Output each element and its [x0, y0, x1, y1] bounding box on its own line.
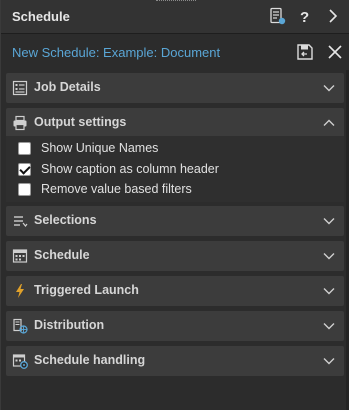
checkbox-show-caption-as-column-header[interactable]	[18, 162, 31, 176]
section-schedule-handling[interactable]: Schedule handling	[6, 346, 344, 376]
header-actions: ?	[268, 7, 342, 26]
checkbox-remove-value-based-filters[interactable]	[18, 182, 31, 196]
printer-icon	[12, 115, 28, 131]
panel-header: Schedule ?	[1, 0, 349, 34]
option-label: Show caption as column header	[41, 162, 219, 176]
collapse-panel-icon[interactable]	[324, 7, 342, 25]
section-label: Job Details	[34, 80, 101, 94]
svg-text:?: ?	[300, 9, 309, 25]
section-label: Distribution	[34, 318, 105, 332]
output-settings-body: Show Unique Names Show caption as column…	[6, 136, 344, 202]
section-output-settings[interactable]: Output settings	[6, 108, 344, 138]
panel-title: Schedule	[12, 9, 70, 24]
section-label: Schedule handling	[34, 353, 146, 367]
schedule-name: New Schedule: Example: Document	[12, 45, 221, 60]
chevron-down-icon	[322, 284, 336, 298]
schedule-handling-icon	[12, 353, 28, 369]
section-distribution[interactable]: Distribution	[6, 311, 344, 341]
chevron-up-icon	[322, 116, 336, 130]
option-show-unique-names[interactable]: Show Unique Names	[18, 139, 158, 157]
schedule-panel: Schedule ? New Schedule: Example: Docume…	[0, 0, 349, 410]
option-remove-value-based-filters[interactable]: Remove value based filters	[18, 180, 192, 198]
job-details-icon	[12, 80, 28, 96]
section-label: Schedule	[34, 248, 90, 262]
chevron-down-icon	[322, 249, 336, 263]
chevron-down-icon	[322, 354, 336, 368]
chevron-down-icon	[322, 319, 336, 333]
help-icon[interactable]: ?	[296, 7, 314, 26]
drag-grip[interactable]	[156, 0, 196, 4]
section-triggered-launch[interactable]: Triggered Launch	[6, 276, 344, 306]
section-schedule[interactable]: Schedule	[6, 241, 344, 271]
distribution-icon	[12, 318, 28, 334]
option-show-caption-as-column-header[interactable]: Show caption as column header	[18, 160, 219, 178]
section-label: Selections	[34, 213, 97, 227]
save-icon[interactable]	[296, 43, 314, 61]
chevron-down-icon	[322, 214, 336, 228]
section-job-details[interactable]: Job Details	[6, 73, 344, 103]
close-icon[interactable]	[326, 43, 344, 61]
schedule-list-icon[interactable]	[268, 7, 286, 25]
section-selections[interactable]: Selections	[6, 206, 344, 236]
option-label: Show Unique Names	[41, 141, 159, 155]
section-label: Triggered Launch	[34, 283, 139, 297]
checkbox-show-unique-names[interactable]	[18, 141, 31, 155]
option-label: Remove value based filters	[41, 182, 192, 196]
schedule-actions	[296, 43, 344, 61]
schedule-name-bar: New Schedule: Example: Document	[1, 36, 349, 70]
calendar-icon	[12, 248, 28, 264]
selections-icon	[12, 213, 28, 229]
lightning-bolt-icon	[12, 283, 28, 299]
section-label: Output settings	[34, 115, 127, 129]
chevron-down-icon	[322, 81, 336, 95]
